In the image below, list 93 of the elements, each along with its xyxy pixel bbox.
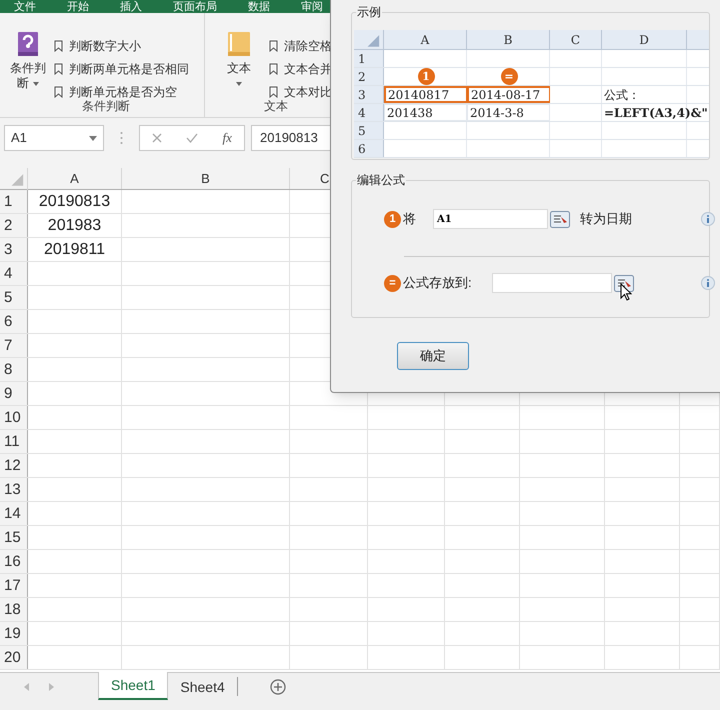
range-picker-icon [550,210,570,228]
ribbon-tab[interactable]: 数据 [248,1,270,13]
row-header[interactable]: 8 [0,358,28,381]
step-badge: = [384,274,401,292]
ribbon-tab[interactable]: 页面布局 [173,1,217,13]
field-label: 转为日期 [580,210,632,228]
text-button[interactable]: 文本 [227,61,251,86]
cursor-icon [620,282,632,300]
row-header[interactable]: 9 [0,382,28,405]
bookmark-icon [269,63,278,75]
row-header: 4 [354,104,384,121]
sheet-tab[interactable]: Sheet1 [98,672,168,700]
dropdown-icon [89,136,97,140]
table-cell-text: =LEFT(A3,4)&" [604,104,708,122]
ribbon-command[interactable]: 判断两单元格是否相同 [69,60,189,78]
row-header: 3 [354,86,384,103]
table-cell-text: 2014-08-17 [471,86,540,104]
row-header[interactable]: 1 [0,190,28,213]
row-header[interactable]: 18 [0,598,28,621]
row-header: 5 [354,122,384,139]
table-cell: 201983 [28,214,122,237]
field-label: 将 [403,210,417,228]
conditions-button[interactable]: 条件判 断 [10,61,46,91]
next-sheet-icon [49,682,54,690]
row-header[interactable]: 14 [0,502,28,525]
column-header[interactable]: A [28,168,122,189]
step-badge: = [500,68,518,85]
name-box[interactable]: A1 [4,125,104,151]
input-field[interactable]: A1 [433,209,548,229]
ok-button[interactable]: 确定 [397,342,469,370]
ribbon-tab[interactable]: 审阅 [301,1,323,13]
grip-icon [120,131,123,145]
table-cell: 20190813 [28,190,122,213]
row-header[interactable]: 12 [0,454,28,477]
table-cell: 2019811 [28,238,122,261]
row-header[interactable]: 19 [0,622,28,645]
row-header[interactable]: 17 [0,574,28,597]
row-header[interactable]: 15 [0,526,28,549]
ribbon-command[interactable]: 判断数字大小 [69,37,141,55]
range-button[interactable] [550,210,570,228]
row-header[interactable]: 7 [0,334,28,357]
bookmark-icon [54,40,63,52]
bookmark-icon [269,40,278,52]
info-icon [701,212,715,226]
row-header[interactable]: 4 [0,262,28,285]
book-icon [227,31,251,57]
add-sheet-icon [270,678,286,694]
table-cell-text: 2014-3-8 [470,104,524,122]
cancel-icon [152,133,162,143]
group-label: 文本 [263,98,289,115]
caret-icon [33,82,39,86]
group-label: 条件判断 [81,98,131,115]
caret-icon [236,82,242,86]
row-header[interactable]: 20 [0,646,28,669]
row-header[interactable]: 13 [0,478,28,501]
column-header: A [384,30,467,49]
row-header[interactable]: 10 [0,406,28,429]
table-cell-text: 20140817 [388,86,450,104]
bookmark-icon [54,63,63,75]
formula-buttons-field[interactable]: fx [139,125,245,151]
ribbon-tab[interactable]: 文件 [14,1,36,13]
column-header[interactable]: B [122,168,290,189]
table-cell-text: 201438 [387,104,433,122]
ribbon-tab[interactable]: 开始 [67,1,89,13]
row-header[interactable]: 3 [0,238,28,261]
column-header: D [602,30,687,49]
row-header[interactable]: 2 [0,214,28,237]
row-header: 6 [354,140,384,157]
question-book-icon [17,31,39,57]
group-title: 编辑公式 [356,171,406,189]
field-label: 公式存放到: [403,274,473,292]
input-field[interactable] [492,273,612,293]
ribbon-command[interactable]: 判断单元格是否为空 [69,83,177,101]
row-header[interactable]: 5 [0,286,28,309]
step-badge: 1 [384,210,401,228]
ribbon-command[interactable]: 清除空格 [284,37,332,55]
column-header: C [550,30,602,49]
row-header[interactable]: 16 [0,550,28,573]
function-button[interactable]: fx [222,128,232,148]
bookmark-icon [54,86,63,98]
table-cell-text: 公式： [604,86,640,104]
row-header: 2 [354,68,384,85]
row-header[interactable]: 11 [0,430,28,453]
row-header: 1 [354,50,384,67]
info-icon [701,276,715,290]
check-icon [186,133,198,143]
column-header: B [467,30,550,49]
sheet-tab[interactable]: Sheet4 [168,677,238,696]
row-header[interactable]: 6 [0,310,28,333]
bookmark-icon [269,86,278,98]
prev-sheet-icon [24,682,29,690]
step-badge: 1 [418,68,434,85]
ribbon-tab[interactable]: 插入 [120,1,142,13]
